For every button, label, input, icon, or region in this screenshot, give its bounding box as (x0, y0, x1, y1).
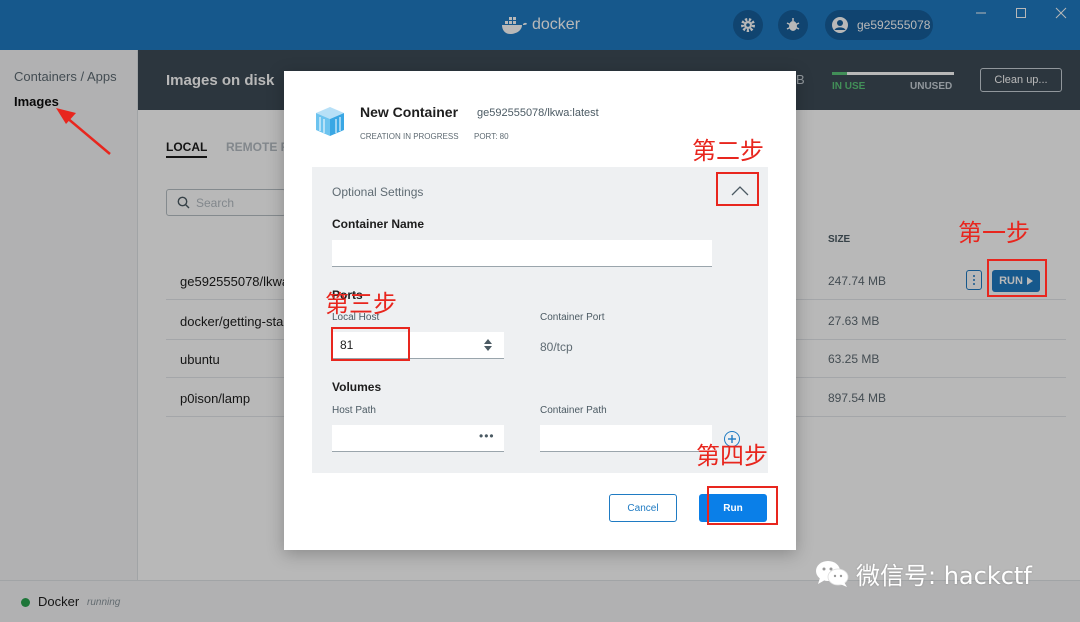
volumes-label: Volumes (332, 380, 382, 394)
dialog-port: PORT: 80 (474, 132, 509, 141)
annotation-step1: 第一步 (958, 219, 1030, 247)
annotation-step3: 第三步 (325, 290, 397, 318)
dialog-image-name: ge592555078/lkwa:latest (477, 107, 599, 119)
container-cube-icon (316, 107, 344, 136)
host-path-label: Host Path (332, 405, 376, 416)
browse-host-path-button[interactable]: ••• (479, 429, 495, 443)
annotation-step2: 第二步 (692, 137, 764, 165)
annotation-box-step1 (987, 259, 1047, 297)
wechat-icon (816, 560, 849, 587)
optional-settings-panel: Optional Settings Container Name Ports L… (312, 167, 768, 473)
container-name-label: Container Name (332, 217, 425, 231)
annotation-step4: 第四步 (696, 442, 768, 470)
optional-settings-label: Optional Settings (332, 185, 424, 199)
annotation-box-step4 (707, 486, 778, 525)
container-path-label: Container Path (540, 405, 607, 416)
stepper-up-icon (484, 339, 492, 344)
annotation-box-step3 (331, 327, 410, 361)
cancel-button[interactable]: Cancel (609, 494, 677, 522)
watermark-text: 微信号: hackctf (856, 562, 1032, 590)
creation-status: CREATION IN PROGRESS (360, 132, 459, 141)
port-stepper[interactable] (483, 338, 493, 352)
container-port-value: 80/tcp (540, 340, 573, 354)
stepper-down-icon (484, 346, 492, 351)
annotation-box-step2 (716, 172, 759, 206)
container-name-input[interactable] (332, 240, 712, 267)
wechat-watermark: 微信号: hackctf (814, 556, 1032, 591)
dialog-title: New Container (360, 104, 459, 120)
container-path-input[interactable] (540, 425, 712, 452)
container-port-label: Container Port (540, 312, 605, 323)
